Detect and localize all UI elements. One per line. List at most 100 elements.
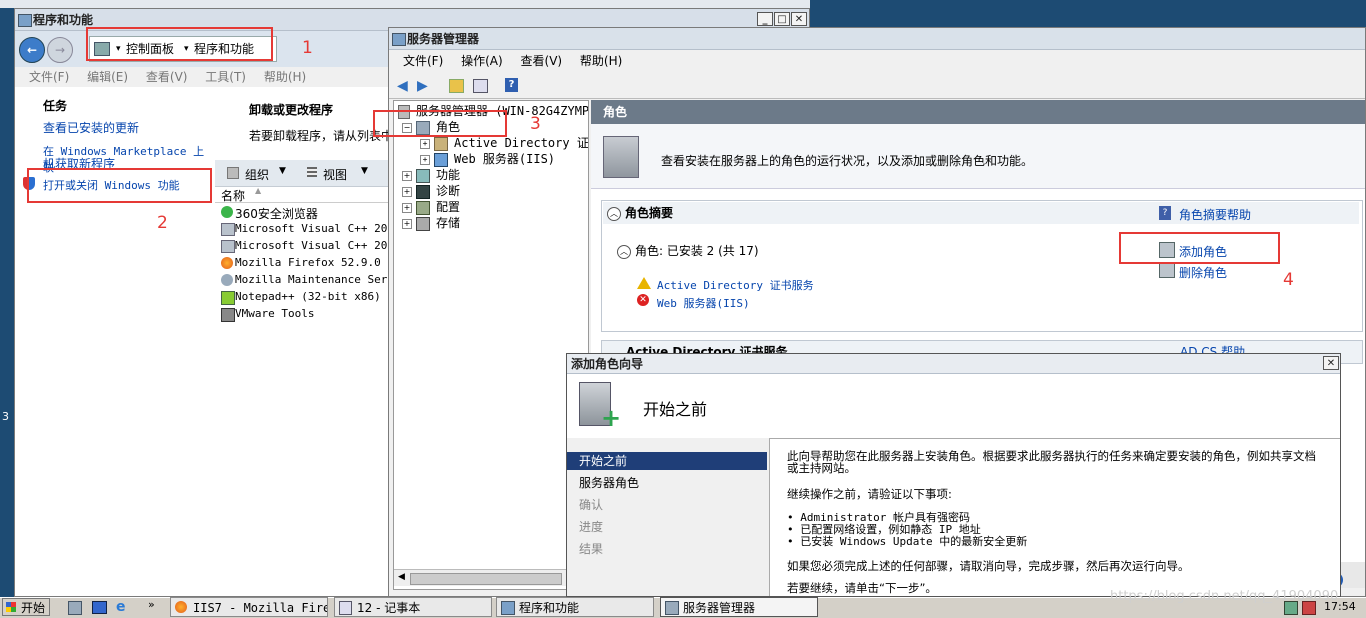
uninstall-desc: 若要卸载程序，请从列表中	[249, 129, 394, 143]
menu-edit[interactable]: 编辑(E)	[87, 67, 128, 87]
name-column-label: 名称	[221, 189, 246, 203]
quicklaunch-ie-icon[interactable]: e	[116, 599, 126, 615]
tree-hscrollbar[interactable]: ◀ ▶	[394, 569, 586, 586]
tree-adcs[interactable]: + Active Directory 证书服	[420, 135, 588, 151]
close-button[interactable]: ✕	[791, 12, 807, 26]
maximize-button[interactable]: □	[774, 12, 790, 26]
wizard-close-button[interactable]: ✕	[1323, 356, 1339, 370]
taskbar-server-manager[interactable]: 服务器管理器	[660, 597, 818, 617]
annotation-box-2	[27, 168, 212, 203]
roles-pane-title: 角色	[603, 105, 628, 119]
tree-configuration[interactable]: + 配置	[402, 199, 460, 215]
annotation-box-4	[1119, 232, 1280, 264]
add-roles-wizard: 添加角色向导 ✕ + 开始之前 开始之前 服务器角色 确认 进度 结果 此向导帮…	[566, 353, 1341, 597]
organize-button[interactable]: 组织	[245, 166, 269, 183]
organize-icon	[227, 167, 239, 179]
annotation-number-3: 3	[530, 114, 541, 134]
roles-summary-help-link[interactable]: 角色摘要帮助	[1179, 206, 1251, 223]
quicklaunch-desktop-icon[interactable]	[92, 601, 107, 614]
wizard-header: + 开始之前	[567, 374, 1340, 439]
storage-icon	[416, 216, 430, 231]
expand-icon[interactable]: +	[420, 138, 430, 149]
taskbar-programs[interactable]: 程序和功能	[496, 597, 654, 617]
roles-installed-row[interactable]: ︿ 角色: 已安装 2 (共 17)	[617, 242, 759, 259]
expand-icon[interactable]: +	[402, 170, 412, 181]
quicklaunch-more-icon[interactable]: »	[148, 598, 155, 611]
tree-iis[interactable]: + Web 服务器(IIS)	[420, 151, 555, 167]
views-chevron-icon: ▼	[361, 166, 368, 176]
step-item-before-you-begin[interactable]: 开始之前	[567, 452, 767, 470]
step-item-server-roles[interactable]: 服务器角色	[579, 474, 639, 491]
annotation-number-1: 1	[302, 38, 313, 58]
menu-help[interactable]: 帮助(H)	[264, 67, 306, 87]
program-name: Microsoft Visual C++ 2008	[235, 222, 389, 235]
program-list: 360安全浏览器 Microsoft Visual C++ 2008 Micro…	[215, 205, 389, 325]
list-item[interactable]: Microsoft Visual C++ 2008	[221, 222, 389, 236]
start-button[interactable]: 开始	[2, 598, 50, 616]
organize-chevron-icon: ▼	[279, 166, 286, 176]
program-name: Microsoft Visual C++ 2015	[235, 239, 389, 252]
list-item[interactable]: Microsoft Visual C++ 2015	[221, 239, 389, 253]
wizard-title: 添加角色向导	[571, 357, 644, 371]
tray-network-icon[interactable]	[1284, 601, 1298, 615]
wizard-add-icon: +	[601, 404, 622, 432]
collapse-circle-icon[interactable]: ︿	[607, 206, 621, 221]
wizard-continue-note: 若要继续，请单击“下一步”。	[787, 581, 937, 595]
tray-clock: 17:54	[1324, 600, 1356, 613]
list-item[interactable]: VMware Tools	[221, 307, 314, 322]
back-arrow-icon[interactable]: ◀	[397, 78, 408, 94]
help-icon[interactable]: ?	[505, 78, 518, 92]
name-column-header[interactable]: 名称 ▲	[215, 186, 389, 203]
diagnostics-icon	[416, 184, 430, 199]
sm-menu-action[interactable]: 操作(A)	[461, 51, 503, 71]
sm-menu-view[interactable]: 查看(V)	[521, 51, 563, 71]
program-name: 360安全浏览器	[235, 207, 318, 221]
minimize-button[interactable]: _	[757, 12, 773, 26]
wizard-intro: 此向导帮助您在此服务器上安装角色。根据要求此服务器执行的任务来确定要安装的角色，…	[787, 449, 1316, 475]
step-label: 开始之前	[579, 454, 628, 468]
bullet-text: 已安装 Windows Update 中的最新安全更新	[800, 535, 1028, 548]
views-button[interactable]: 视图	[323, 166, 347, 183]
view-updates-link[interactable]: 查看已安装的更新	[43, 119, 139, 136]
list-item[interactable]: Mozilla Firefox 52.9.0 ESR	[221, 256, 389, 269]
list-item[interactable]: 360安全浏览器	[221, 205, 318, 222]
console-tree-icon[interactable]	[473, 79, 488, 93]
vmware-icon	[221, 308, 235, 322]
sm-menu-file[interactable]: 文件(F)	[403, 51, 443, 71]
expand-icon[interactable]: +	[402, 186, 412, 197]
tree-features[interactable]: + 功能	[402, 167, 460, 183]
taskbar-firefox[interactable]: IIS7 - Mozilla Firefox	[170, 597, 328, 617]
tray-volume-icon[interactable]	[1302, 601, 1316, 615]
expand-icon[interactable]: +	[402, 218, 412, 229]
list-item[interactable]: Mozilla Maintenance Serv	[221, 273, 389, 286]
forward-button[interactable]: →	[47, 37, 73, 63]
firefox-icon	[175, 601, 187, 613]
taskbar-notepad[interactable]: 12 - 记事本	[334, 597, 492, 617]
installed-role-adcs[interactable]: Active Directory 证书服务	[657, 277, 814, 293]
bg-window-strip	[0, 0, 810, 8]
tasks-pane: 任务 查看已安装的更新 在 Windows Marketplace 上联 机获取…	[15, 87, 215, 596]
expand-icon[interactable]: +	[420, 154, 430, 165]
up-folder-icon[interactable]	[449, 79, 464, 93]
menu-view[interactable]: 查看(V)	[146, 67, 188, 87]
firefox-icon	[221, 257, 233, 269]
list-item[interactable]: Notepad++ (32-bit x86)	[221, 290, 381, 305]
wizard-heading: 开始之前	[643, 400, 708, 419]
expand-icon[interactable]: +	[402, 202, 412, 213]
menu-tools[interactable]: 工具(T)	[205, 67, 246, 87]
scroll-thumb[interactable]	[410, 573, 562, 585]
sm-menu-help[interactable]: 帮助(H)	[580, 51, 622, 71]
tree-storage[interactable]: + 存储	[402, 215, 460, 231]
back-button[interactable]: ←	[19, 37, 45, 63]
installed-role-iis[interactable]: Web 服务器(IIS)	[657, 295, 750, 311]
quicklaunch-server-manager-icon[interactable]	[68, 601, 82, 615]
cert-icon	[434, 136, 448, 151]
remove-roles-link[interactable]: 删除角色	[1179, 264, 1227, 281]
wizard-content: 此向导帮助您在此服务器上安装角色。根据要求此服务器执行的任务来确定要安装的角色，…	[787, 449, 1327, 596]
scroll-left-icon[interactable]: ◀	[398, 572, 405, 582]
tree-diagnostics[interactable]: + 诊断	[402, 183, 460, 199]
forward-arrow-icon[interactable]: ▶	[417, 78, 428, 94]
collapse-circle-icon[interactable]: ︿	[617, 245, 631, 259]
menu-file[interactable]: 文件(F)	[29, 67, 69, 87]
step-item-confirmation: 确认	[579, 498, 604, 512]
